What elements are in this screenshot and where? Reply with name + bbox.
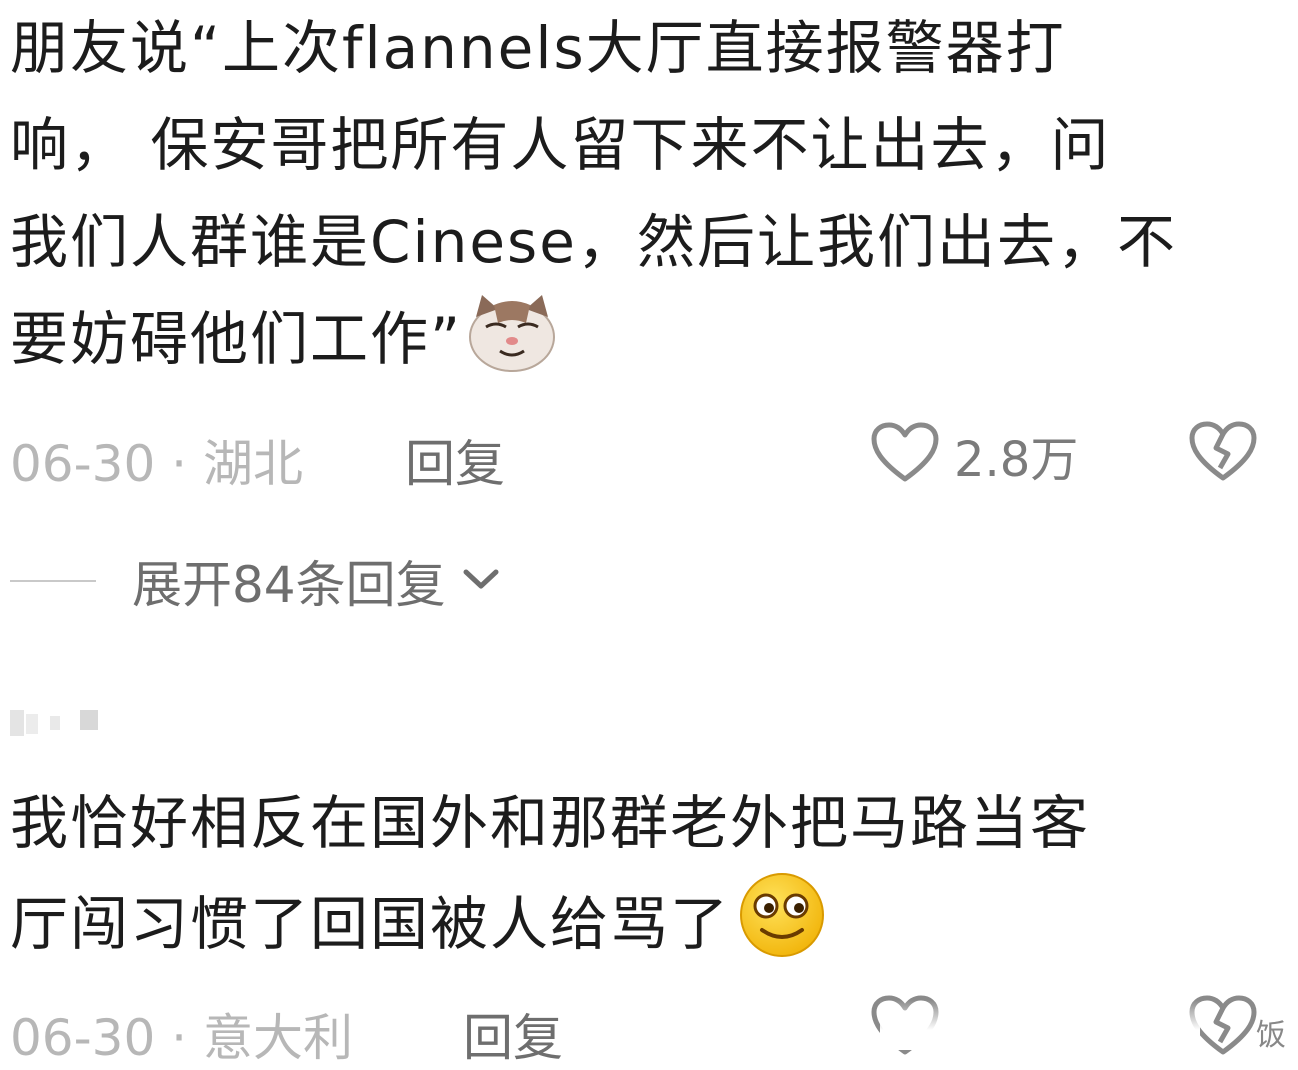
comment-2-reply-button[interactable]: 回复 [463,998,563,1070]
smug-cat-emoji-icon [468,293,556,402]
comment-1-line-2: 响， 保安哥把所有人留下来不让出去，问 [10,111,1111,179]
comment-2-line-2-wrap: 厅闯习惯了回国被人给骂了 [10,872,828,987]
expand-replies-label: 展开84条回复 [132,556,446,614]
comment-2-line-2: 厅闯习惯了回国被人给骂了 [10,890,731,958]
expand-divider [10,580,96,582]
expand-replies-button[interactable]: 展开84条回复 [10,545,502,617]
comment-1-like-button[interactable]: 2.8万 [870,420,1078,490]
comment-1-like-count: 2.8万 [954,432,1079,488]
heart-outline-icon [870,421,940,489]
comment-1-dislike-button[interactable] [1188,420,1258,488]
comment-1-reply-button[interactable]: 回复 [405,424,505,496]
comment-1-line-3: 我们人群谁是Cinese，然后让我们出去，不 [10,208,1177,276]
chevron-down-icon [460,564,502,598]
comment-2-meta: 06-30 · 意大利 [10,1009,353,1067]
comment-1-meta: 06-30 · 湖北 [10,435,303,493]
comment-1-line-4-wrap: 要妨碍他们工作” [10,291,556,402]
comment-2-line-1: 我恰好相反在国外和那群老外把马路当客 [10,789,1091,857]
broken-heart-icon [1188,421,1258,488]
comment-2-username-blurred[interactable] [10,700,100,746]
watermark-band [880,1000,1200,1050]
smile-emoji-icon [736,872,828,987]
watermark-text: 饭 [1256,1018,1286,1053]
comment-1-line-1: 朋友说“上次flannels大厅直接报警器打 [10,14,1066,82]
comment-1-line-4: 要妨碍他们工作” [10,305,463,373]
